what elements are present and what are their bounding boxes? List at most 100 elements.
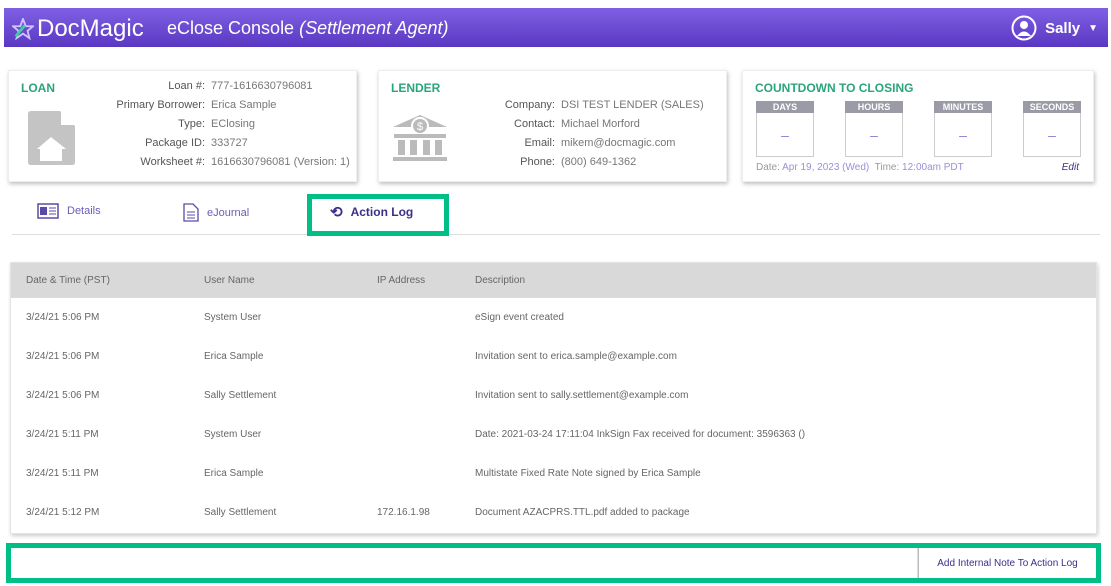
highlight-action-log-tab (307, 194, 449, 236)
field-row: Contact: Michael Morford (497, 115, 704, 134)
field-row: Company: DSI TEST LENDER (SALES) (497, 96, 704, 115)
countdown-card: COUNTDOWN TO CLOSING DAYS – HOURS – MINUTES –… (742, 70, 1094, 182)
table-row: 3/24/21 5:06 PM System User eSign event cr… (11, 298, 1096, 337)
field-label: Primary Borrower: (116, 99, 205, 111)
table-cell: Sally Settlement (204, 507, 277, 518)
unit-value: – (1023, 113, 1081, 157)
field-value: (800) 649-1362 (561, 156, 637, 168)
unit-label: DAYS (756, 101, 814, 113)
document-icon (183, 203, 199, 222)
lender-card: LENDER $ Company: DSI TEST LENDER (SALES)… (378, 70, 727, 182)
action-log-table: Date & Time (PST) User Name IP Address D… (10, 262, 1097, 534)
table-header: Date & Time (PST) User Name IP Address D… (11, 263, 1096, 298)
star-icon (12, 18, 34, 40)
table-row: 3/24/21 5:11 PM Erica Sample Multistate Fi… (11, 454, 1096, 493)
closing-datetime: Date: Apr 19, 2023 (Wed) Time: 12:00am P… (756, 162, 964, 173)
header-ip: IP Address (377, 275, 426, 286)
loan-title: LOAN (21, 81, 55, 95)
countdown-minutes: MINUTES – (934, 101, 992, 157)
lender-fields: Company: DSI TEST LENDER (SALES) Contact: M… (497, 96, 704, 172)
table-row: 3/24/21 5:06 PM Sally Settlement Invitatio… (11, 376, 1096, 415)
table-cell: eSign event created (475, 312, 564, 323)
header-user: User Name (204, 275, 255, 286)
app-header: DocMagic eClose Console (Settlement Agen… (4, 8, 1108, 47)
unit-value: – (845, 113, 903, 157)
field-label: Email: (524, 137, 555, 149)
field-row: Package ID: 333727 (101, 134, 350, 153)
id-card-icon (37, 203, 59, 219)
field-row: Worksheet #: 1616630796081 (Version: 1) (101, 153, 350, 172)
field-row: Phone: (800) 649-1362 (497, 153, 704, 172)
field-label: Company: (504, 99, 555, 111)
table-cell: 3/24/21 5:11 PM (26, 429, 99, 440)
countdown-seconds: SECONDS – (1023, 101, 1081, 157)
table-row: 3/24/21 5:11 PM System User Date: 2021-03-… (11, 415, 1096, 454)
table-cell: Date: 2021-03-24 17:11:04 InkSign Fax re… (475, 429, 806, 440)
loan-fields: Loan #: 777-1616630796081 Primary Borrower… (101, 77, 350, 172)
table-cell: System User (204, 429, 262, 440)
lender-title: LENDER (391, 81, 441, 95)
table-row: 3/24/21 5:12 PM Sally Settlement 172.16.1.… (11, 493, 1096, 532)
field-value: Michael Morford (561, 118, 640, 130)
table-cell: Erica Sample (204, 468, 264, 479)
table-cell: Erica Sample (204, 351, 264, 362)
unit-label: HOURS (845, 101, 903, 113)
unit-value: – (756, 113, 814, 157)
field-row: Email: mikem@docmagic.com (497, 134, 704, 153)
logo-text: DocMagic (37, 15, 144, 42)
add-note-bar: Add Internal Note To Action Log (6, 543, 1101, 583)
header-description: Description (475, 275, 526, 286)
table-cell: 3/24/21 5:11 PM (26, 468, 99, 479)
field-value: 1616630796081 (Version: 1) (211, 156, 350, 168)
user-name: Sally (1045, 19, 1081, 37)
table-cell: 3/24/21 5:06 PM (26, 351, 100, 362)
table-cell: Sally Settlement (204, 390, 277, 401)
table-cell: 3/24/21 5:12 PM (26, 507, 100, 518)
table-cell: Multistate Fixed Rate Note signed by Eri… (475, 468, 701, 479)
internal-note-input[interactable] (11, 548, 918, 578)
field-value: EClosing (211, 118, 256, 130)
field-value: Erica Sample (211, 99, 277, 111)
closing-time: 12:00am PDT (902, 162, 964, 173)
chevron-down-icon: ▼ (1088, 22, 1098, 34)
add-internal-note-button[interactable]: Add Internal Note To Action Log (918, 548, 1096, 578)
field-row: Primary Borrower: Erica Sample (101, 96, 350, 115)
field-value: mikem@docmagic.com (561, 137, 676, 149)
table-cell: System User (204, 312, 262, 323)
user-menu[interactable]: Sally ▼ (1011, 15, 1098, 41)
house-document-icon (28, 111, 75, 165)
table-cell: Invitation sent to sally.settlement@exam… (475, 390, 689, 401)
svg-text:$: $ (417, 121, 423, 133)
field-label: Loan #: (168, 80, 205, 92)
field-row: Type: EClosing (101, 115, 350, 134)
field-value: 333727 (211, 137, 248, 149)
field-value: 777-1616630796081 (211, 80, 313, 92)
tab-details[interactable]: Details (37, 203, 101, 219)
header-datetime: Date & Time (PST) (26, 275, 110, 286)
tab-ejournal[interactable]: eJournal (183, 203, 249, 222)
field-value: DSI TEST LENDER (SALES) (561, 99, 704, 111)
page-title: eClose Console (Settlement Agent) (167, 18, 449, 38)
table-cell: Document AZACPRS.TTL.pdf added to packag… (475, 507, 690, 518)
table-cell: Invitation sent to erica.sample@example.… (475, 351, 677, 362)
countdown-hours: HOURS – (845, 101, 903, 157)
field-label: Type: (178, 118, 205, 130)
table-cell: 172.16.1.98 (377, 507, 430, 518)
unit-label: MINUTES (934, 101, 992, 113)
table-cell: 3/24/21 5:06 PM (26, 390, 100, 401)
tab-divider (12, 234, 1100, 235)
table-row: 3/24/21 5:06 PM Erica Sample Invitation se… (11, 337, 1096, 376)
bank-icon: $ (393, 115, 447, 161)
role-label: (Settlement Agent) (299, 18, 449, 38)
edit-link[interactable]: Edit (1062, 162, 1079, 173)
field-label: Phone: (520, 156, 555, 168)
field-label: Worksheet #: (140, 156, 205, 168)
docmagic-logo[interactable]: DocMagic (12, 15, 144, 43)
closing-date: Apr 19, 2023 (Wed) (782, 162, 870, 173)
loan-card: LOAN Loan #: 777-1616630796081 Primary Bor… (8, 70, 357, 182)
unit-label: SECONDS (1023, 101, 1081, 113)
table-cell: 3/24/21 5:06 PM (26, 312, 100, 323)
field-row: Loan #: 777-1616630796081 (101, 77, 350, 96)
user-avatar-icon (1011, 15, 1037, 41)
field-label: Package ID: (145, 137, 205, 149)
